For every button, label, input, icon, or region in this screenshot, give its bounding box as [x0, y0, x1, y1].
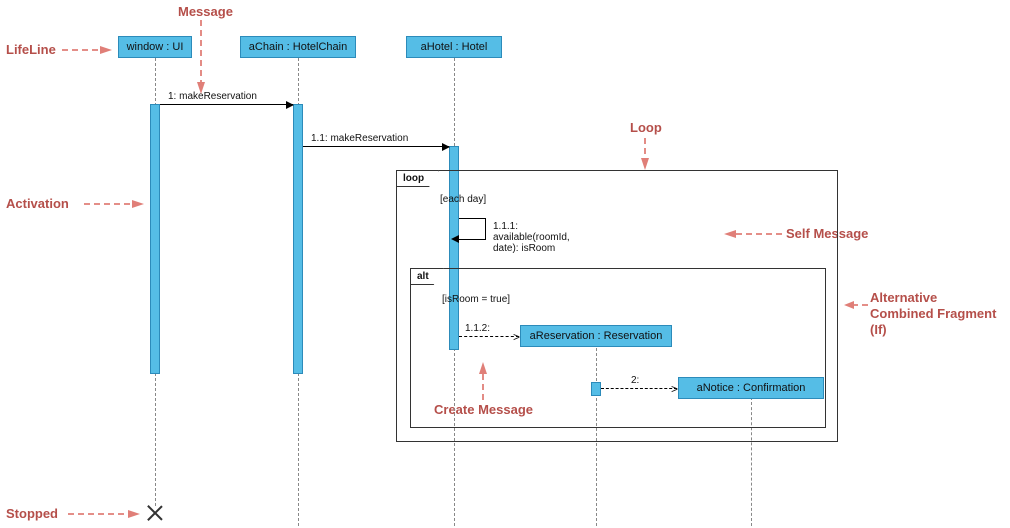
msg-2: 2: >: [601, 388, 677, 389]
annot-stopped: Stopped: [6, 506, 58, 521]
annot-lifeline: LifeLine: [6, 42, 56, 57]
arrowhead-icon: [451, 235, 459, 243]
alt-guard: [isRoom = true]: [442, 294, 510, 305]
stopped-icon: [147, 505, 163, 521]
msg-1-1-1-label: 1.1.1: available(roomId, date): isRoom: [493, 221, 570, 254]
lifeline-chain: aChain : HotelChain: [240, 36, 356, 58]
loop-guard: [each day]: [440, 194, 486, 205]
fragment-alt: alt: [410, 268, 826, 428]
annot-loop: Loop: [630, 120, 662, 135]
annot-alt-2: Combined Fragment: [870, 306, 996, 321]
activation-window: [150, 104, 160, 374]
msg-1-1-1: 1.1.1: available(roomId, date): isRoom: [459, 218, 486, 240]
msg-1-1-label: 1.1: makeReservation: [311, 133, 408, 144]
arrowhead-icon: [286, 101, 294, 109]
annot-alt-1: Alternative: [870, 290, 937, 305]
fragment-alt-tag: alt: [410, 268, 444, 285]
msg-2-label: 2:: [631, 375, 639, 386]
msg-1: 1: makeReservation: [160, 104, 293, 105]
annot-message: Message: [178, 4, 233, 19]
arrowhead-icon: [442, 143, 450, 151]
annot-alt-3: (If): [870, 322, 887, 337]
msg-1-label: 1: makeReservation: [168, 91, 257, 102]
lifeline-reservation: aReservation : Reservation: [520, 325, 672, 347]
msg-1-1: 1.1: makeReservation: [303, 146, 449, 147]
annot-activation: Activation: [6, 196, 69, 211]
msg-1-1-2: 1.1.2: >: [459, 336, 519, 337]
fragment-loop-tag: loop: [396, 170, 439, 187]
lifeline-notice: aNotice : Confirmation: [678, 377, 824, 399]
arrowhead-open-icon: >: [671, 384, 678, 394]
lifeline-window: window : UI: [118, 36, 192, 58]
lifeline-hotel: aHotel : Hotel: [406, 36, 502, 58]
activation-chain: [293, 104, 303, 374]
arrowhead-open-icon: >: [513, 332, 520, 342]
msg-1-1-2-label: 1.1.2:: [465, 323, 490, 334]
